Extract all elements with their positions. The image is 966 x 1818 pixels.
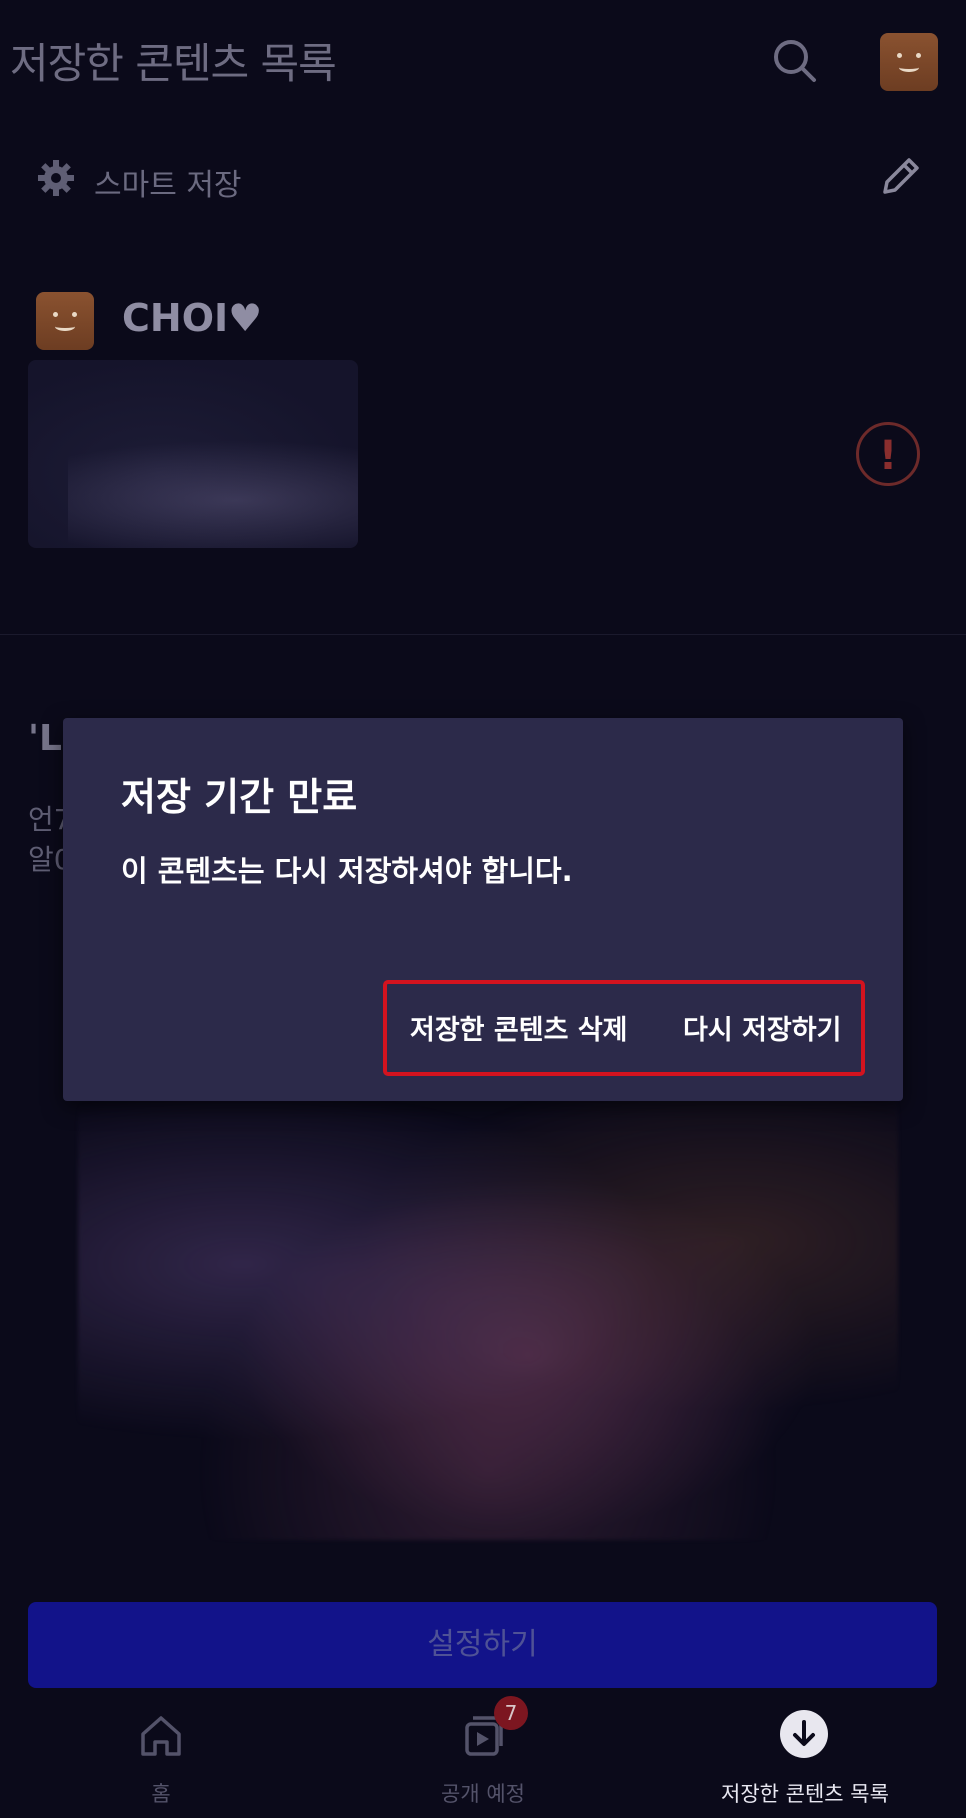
nav-item-home[interactable]: 홈 (0, 1688, 322, 1818)
dialog-actions: 저장한 콘텐츠 삭제 다시 저장하기 (383, 980, 865, 1076)
nav-item-saved-content[interactable]: 저장한 콘텐츠 목록 (644, 1688, 966, 1818)
resave-button[interactable]: 다시 저장하기 (683, 1008, 841, 1047)
nav-label-home: 홈 (151, 1782, 171, 1806)
nav-item-coming-soon[interactable]: 7 공개 예정 (322, 1688, 644, 1818)
setup-button[interactable]: 설정하기 (28, 1602, 937, 1688)
home-icon (135, 1710, 187, 1762)
profile-avatar-button[interactable] (880, 33, 938, 91)
error-alert-icon[interactable]: ! (856, 422, 920, 486)
nav-label-coming-soon: 공개 예정 (441, 1782, 525, 1806)
poster-image (78, 1080, 898, 1540)
profile-name: CHOI♥ (122, 296, 263, 340)
nav-label-saved-content: 저장한 콘텐츠 목록 (721, 1782, 889, 1806)
smart-save-label[interactable]: 스마트 저장 (94, 160, 242, 204)
content-thumbnail[interactable] (28, 360, 358, 548)
download-icon (780, 1710, 828, 1758)
divider (0, 634, 966, 635)
search-icon[interactable] (770, 36, 820, 86)
gear-icon[interactable] (36, 158, 76, 198)
notification-badge: 7 (494, 1696, 528, 1730)
bottom-nav: 홈 7 공개 예정 저장한 콘텐츠 목록 (0, 1688, 966, 1818)
delete-saved-content-button[interactable]: 저장한 콘텐츠 삭제 (410, 1008, 628, 1047)
edit-pencil-icon[interactable] (875, 152, 925, 202)
dialog-title: 저장 기간 만료 (121, 775, 358, 819)
page-title: 저장한 콘텐츠 목록 (10, 39, 337, 88)
expiry-dialog: 저장 기간 만료 이 콘텐츠는 다시 저장하셔야 합니다. 저장한 콘텐츠 삭제… (63, 718, 903, 1101)
section-heading: 'L (28, 718, 62, 759)
profile-avatar (36, 292, 94, 350)
dialog-message: 이 콘텐츠는 다시 저장하셔야 합니다. (121, 854, 573, 888)
